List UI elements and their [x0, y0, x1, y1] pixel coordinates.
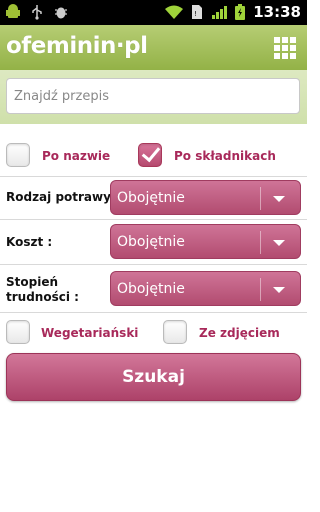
search-bar [0, 70, 307, 124]
svg-text:!: ! [194, 10, 197, 18]
select-separator [260, 187, 261, 210]
chevron-down-icon [273, 240, 285, 246]
difficulty-value: Obojętnie [117, 281, 185, 297]
signal-icon [212, 6, 228, 19]
cost-value: Obojętnie [117, 234, 185, 250]
label-by-ingredients: Po składnikach [174, 149, 276, 163]
divider [0, 219, 307, 220]
divider [0, 312, 307, 313]
sim-icon: ! [192, 5, 203, 19]
battery-icon [235, 4, 246, 20]
difficulty-label-line2: trudności : [6, 290, 79, 304]
app-header: ofeminin·pl [0, 25, 307, 70]
checkbox-vegetarian[interactable] [6, 320, 30, 344]
checkbox-with-photo[interactable] [163, 320, 187, 344]
app-logo[interactable]: ofeminin·pl [6, 33, 148, 59]
cost-select[interactable]: Obojętnie [110, 224, 301, 259]
divider [0, 264, 307, 265]
label-vegetarian: Wegetariański [41, 326, 139, 340]
checkbox-by-name[interactable] [6, 143, 30, 167]
label-with-photo: Ze zdjęciem [199, 326, 280, 340]
search-input[interactable] [6, 78, 300, 114]
select-separator [260, 278, 261, 301]
clock: 13:38 [253, 3, 301, 21]
usb-icon [32, 5, 42, 20]
status-bar: ! 13:38 [0, 0, 307, 25]
chevron-down-icon [273, 196, 285, 202]
checkbox-by-ingredients[interactable] [138, 143, 162, 167]
dish-type-value: Obojętnie [117, 190, 185, 206]
cost-label: Koszt : [6, 235, 53, 249]
difficulty-label-line1: Stopień [6, 275, 59, 289]
grid-icon[interactable] [274, 37, 296, 59]
label-by-name: Po nazwie [42, 149, 111, 163]
select-separator [260, 231, 261, 254]
chevron-down-icon [273, 287, 285, 293]
dish-type-select[interactable]: Obojętnie [110, 180, 301, 215]
divider [0, 176, 307, 177]
dish-type-label: Rodzaj potrawy : [6, 190, 120, 204]
debug-icon [55, 7, 67, 19]
android-icon [6, 4, 20, 18]
wifi-icon [165, 5, 184, 19]
difficulty-select[interactable]: Obojętnie [110, 271, 301, 306]
search-button[interactable]: Szukaj [6, 353, 301, 401]
